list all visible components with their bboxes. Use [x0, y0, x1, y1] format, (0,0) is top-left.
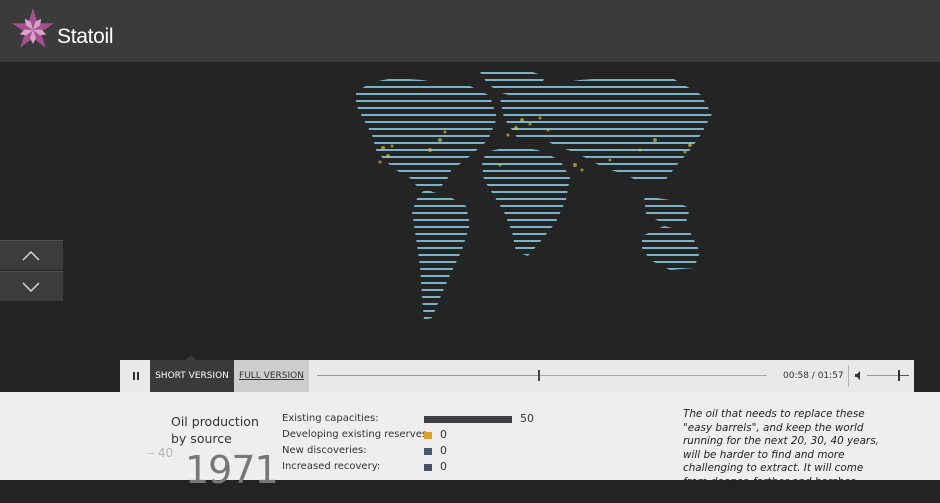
source-value: 50 — [520, 412, 534, 425]
video-area[interactable] — [0, 62, 940, 360]
quote-text: The oil that needs to replace these "eas… — [683, 408, 879, 501]
seek-played — [317, 375, 540, 376]
source-label: New discoveries: — [282, 445, 367, 456]
divider — [848, 365, 849, 387]
source-label: Developing existing reserves: — [282, 429, 431, 440]
world-map-visual — [0, 62, 940, 360]
pause-icon-bar — [137, 372, 139, 380]
source-bar — [424, 448, 432, 455]
volume-handle[interactable] — [897, 370, 900, 381]
video-controls: SHORT VERSION FULL VERSION 00:58 / 01:57 — [120, 355, 914, 392]
source-bar — [424, 464, 432, 471]
scroll-down-button[interactable] — [0, 271, 63, 301]
chevron-up-icon — [22, 250, 40, 261]
time-display: 00:58 / 01:57 — [783, 371, 844, 381]
source-bar — [424, 416, 512, 423]
scale-tick-label: – 40 — [148, 446, 174, 460]
volume-slider[interactable] — [867, 370, 909, 381]
source-bar — [424, 432, 432, 439]
source-label: Increased recovery: — [282, 461, 381, 472]
scroll-up-button[interactable] — [0, 240, 63, 270]
speaker-icon[interactable] — [855, 371, 863, 380]
year-display: 1971 — [185, 448, 279, 492]
source-row: Existing capacities: 50 — [282, 412, 612, 428]
source-value: 0 — [440, 444, 447, 457]
active-tab-notch — [186, 355, 196, 360]
seek-handle[interactable] — [538, 370, 541, 381]
seek-bar[interactable] — [317, 370, 767, 381]
info-panel: Oil production by source – 40 1971 Exist… — [0, 392, 940, 501]
full-version-tab[interactable]: FULL VERSION — [234, 360, 309, 392]
chevron-down-icon — [22, 282, 40, 293]
source-value: 0 — [440, 460, 447, 473]
scale-tick-value: 40 — [157, 446, 174, 460]
short-version-tab[interactable]: SHORT VERSION — [150, 360, 234, 392]
star-flower-logo-icon[interactable] — [8, 5, 58, 55]
brand-name[interactable]: Statoil — [57, 25, 114, 49]
site-header: Statoil — [0, 0, 940, 62]
section-title: Oil production by source — [171, 414, 259, 446]
pause-icon — [133, 372, 135, 380]
volume-level — [867, 375, 899, 376]
pause-button[interactable] — [120, 360, 150, 392]
source-row: New discoveries: 0 — [282, 444, 612, 460]
source-label: Existing capacities: — [282, 413, 379, 424]
source-value: 0 — [440, 428, 447, 441]
source-row: Developing existing reserves: 0 — [282, 428, 612, 444]
source-row: Increased recovery: 0 — [282, 460, 612, 476]
